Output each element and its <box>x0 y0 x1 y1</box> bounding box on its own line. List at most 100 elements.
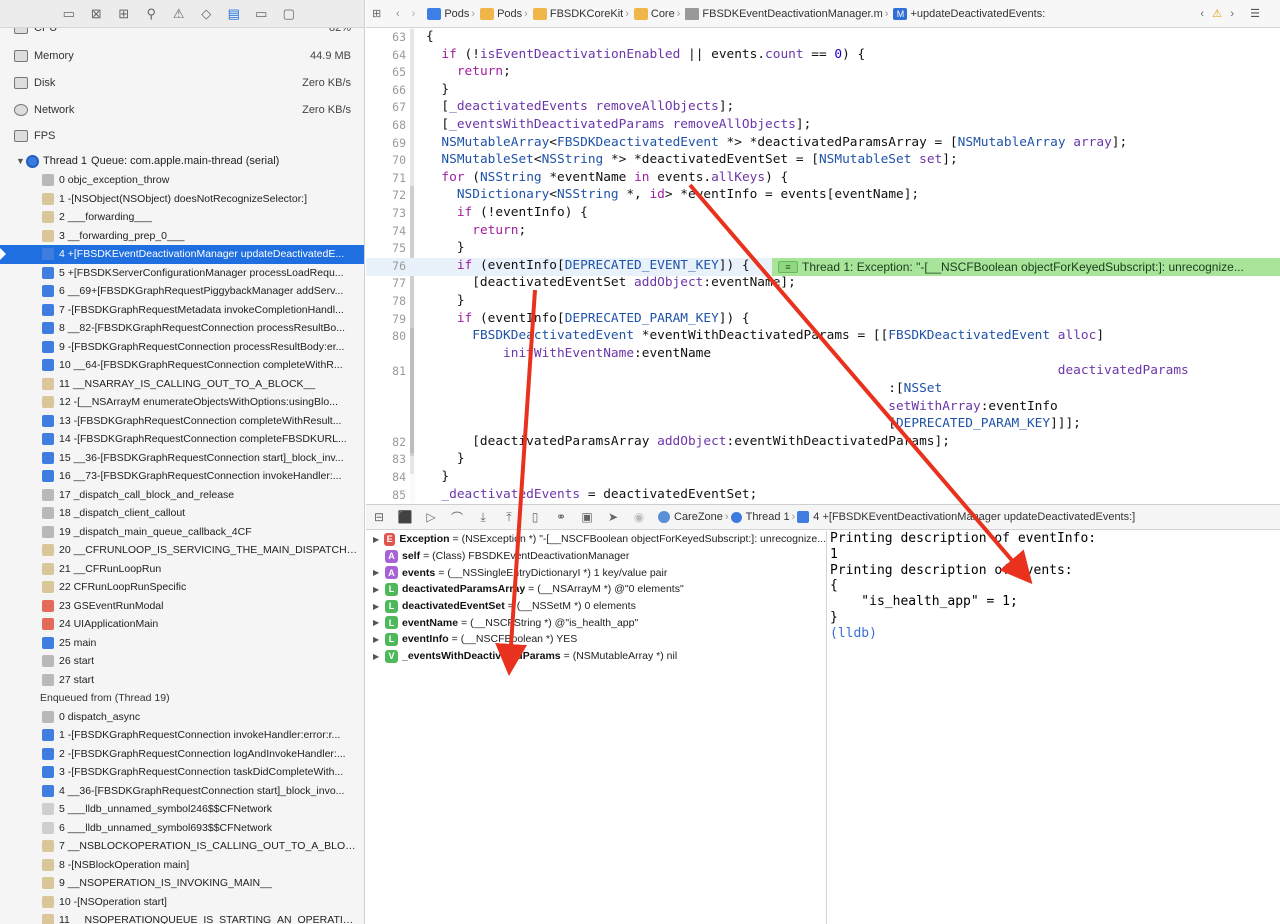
line-number[interactable]: 66 <box>366 83 406 97</box>
code-line[interactable]: setWithArray:eventInfo <box>426 399 1058 414</box>
jump-item-fbsdkcorekit[interactable]: FBSDKCoreKit <box>550 8 623 20</box>
code-line[interactable]: } <box>426 240 465 255</box>
code-line[interactable]: NSMutableSet<NSString *> *deactivatedEve… <box>426 152 957 167</box>
stack-frame[interactable]: 6 __69+[FBSDKGraphRequestPiggybackManage… <box>0 282 364 301</box>
stack-frame[interactable]: 1 -[NSObject(NSObject) doesNotRecognizeS… <box>0 190 364 209</box>
code-line[interactable]: [_eventsWithDeactivatedParams removeAllO… <box>426 117 811 132</box>
debug-app-name[interactable]: CareZone <box>674 511 723 523</box>
stack-frame[interactable]: 10 -[NSOperation start] <box>0 893 364 912</box>
test-icon[interactable]: ◇ <box>193 3 221 25</box>
variable-row[interactable]: ▶ LdeactivatedEventSet = (__NSSetM *) 0 el… <box>366 598 826 615</box>
stack-frame[interactable]: 27 start <box>0 671 364 690</box>
disclosure-triangle-icon[interactable]: ▶ <box>373 652 381 661</box>
gauge-network[interactable]: Network Zero KB/s <box>0 96 364 123</box>
console[interactable]: Printing description of eventInfo: 1 Print… <box>828 531 1280 924</box>
stack-frame[interactable]: 25 main <box>0 634 364 653</box>
variable-row[interactable]: ▶ LeventName = (__NSCFString *) @"is_healt… <box>366 614 826 631</box>
disclosure-triangle-icon[interactable]: ▶ <box>373 535 380 544</box>
line-number[interactable]: 68 <box>366 118 406 132</box>
stack-frame[interactable]: 12 -[__NSArrayM enumerateObjectsWithOpti… <box>0 393 364 412</box>
line-number[interactable]: 75 <box>366 241 406 255</box>
stack-frame[interactable]: 8 -[NSBlockOperation main] <box>0 856 364 875</box>
stack-frame[interactable]: 7 -[FBSDKGraphRequestMetadata invokeComp… <box>0 301 364 320</box>
stack-frame[interactable]: 20 __CFRUNLOOP_IS_SERVICING_THE_MAIN_DIS… <box>0 541 364 560</box>
stack-frame[interactable]: 9 __NSOPERATION_IS_INVOKING_MAIN__ <box>0 874 364 893</box>
issue-icon[interactable]: ⚠ <box>165 3 193 25</box>
line-number[interactable]: 76 <box>366 259 406 273</box>
line-number[interactable]: 70 <box>366 153 406 167</box>
line-number[interactable]: 69 <box>366 136 406 150</box>
code-line[interactable]: [deactivatedEventSet addObject:eventName… <box>426 275 796 290</box>
stack-frame[interactable]: 16 __73-[FBSDKGraphRequestConnection inv… <box>0 467 364 486</box>
folder-icon[interactable]: ▭ <box>55 3 83 25</box>
disclosure-triangle-icon[interactable]: ▶ <box>373 585 381 594</box>
hierarchy-icon[interactable]: ⊞ <box>110 3 138 25</box>
stack-frame[interactable]: 8 __82-[FBSDKGraphRequestConnection proc… <box>0 319 364 338</box>
disclosure-triangle-icon[interactable]: ▶ <box>373 618 381 627</box>
stack-frame[interactable]: 10 __64-[FBSDKGraphRequestConnection com… <box>0 356 364 375</box>
source-editor[interactable]: 63 {64 if (!isEventDeactivationEnabled ||… <box>366 28 1280 503</box>
stack-frame[interactable]: 9 -[FBSDKGraphRequestConnection processR… <box>0 338 364 357</box>
line-number[interactable]: 83 <box>366 452 406 466</box>
line-number[interactable]: 67 <box>366 100 406 114</box>
gauge-fps[interactable]: FPS <box>0 122 364 149</box>
line-number[interactable]: 84 <box>366 470 406 484</box>
code-line[interactable]: return; <box>426 223 526 238</box>
search-icon[interactable]: ⚲ <box>138 3 166 25</box>
editor-options-icon[interactable]: ☰ <box>1250 7 1260 20</box>
stack-frame[interactable]: 17 _dispatch_call_block_and_release <box>0 486 364 505</box>
line-number[interactable]: 64 <box>366 48 406 62</box>
stack-frame[interactable]: 4 __36-[FBSDKGraphRequestConnection star… <box>0 782 364 801</box>
disclosure-triangle-icon[interactable]: ▶ <box>373 635 381 644</box>
code-line[interactable]: } <box>426 451 465 466</box>
gauge-memory[interactable]: Memory 44.9 MB <box>0 42 364 69</box>
back-arrow-icon[interactable]: ‹ <box>396 8 400 20</box>
code-line[interactable]: } <box>426 293 465 308</box>
environment-overrides-icon[interactable]: ▣ <box>574 507 600 527</box>
line-number[interactable]: 78 <box>366 294 406 308</box>
line-number[interactable]: 63 <box>366 30 406 44</box>
line-number[interactable]: 74 <box>366 224 406 238</box>
code-line[interactable]: return; <box>426 64 511 79</box>
previous-issue-icon[interactable]: ‹ <box>1200 8 1204 20</box>
disclosure-triangle-icon[interactable]: ▼ <box>16 156 26 166</box>
continue-icon[interactable]: ▷ <box>418 507 444 527</box>
variable-row[interactable]: ▶ LdeactivatedParamsArray = (__NSArrayM *)… <box>366 581 826 598</box>
variable-row[interactable]: ▶ LeventInfo = (__NSCFBoolean *) YES <box>366 631 826 648</box>
breakpoint-icon[interactable]: ▭ <box>248 3 276 25</box>
variable-row[interactable]: ▶ E Exception = (NSException *) "-[__NSCFBo… <box>366 531 826 548</box>
line-number[interactable]: 81 <box>366 364 406 378</box>
disclosure-triangle-icon[interactable]: ▶ <box>373 602 381 611</box>
forward-arrow-icon[interactable]: › <box>412 8 416 20</box>
line-number[interactable]: 65 <box>366 65 406 79</box>
code-line[interactable]: } <box>426 82 449 97</box>
code-line[interactable]: if (eventInfo[DEPRECATED_EVENT_KEY]) { <box>426 258 750 273</box>
line-number[interactable]: 73 <box>366 206 406 220</box>
step-out-icon[interactable]: ⤒ <box>496 507 522 527</box>
step-into-icon[interactable]: ⤓ <box>470 507 496 527</box>
stack-frame[interactable]: 2 ___forwarding___ <box>0 208 364 227</box>
stack-frame[interactable]: 24 UIApplicationMain <box>0 615 364 634</box>
hide-debug-area-icon[interactable]: ⊟ <box>366 507 392 527</box>
next-issue-icon[interactable]: › <box>1230 8 1234 20</box>
stack-frame[interactable]: 7 __NSBLOCKOPERATION_IS_CALLING_OUT_TO_A… <box>0 837 364 856</box>
code-line[interactable]: if (!isEventDeactivationEnabled || event… <box>426 47 865 62</box>
line-number[interactable]: 85 <box>366 488 406 502</box>
stack-frame[interactable]: 2 -[FBSDKGraphRequestConnection logAndIn… <box>0 745 364 764</box>
stack-frame[interactable]: 6 ___lldb_unnamed_symbol693$$CFNetwork <box>0 819 364 838</box>
stack-frame[interactable]: 11 __NSARRAY_IS_CALLING_OUT_TO_A_BLOCK__ <box>0 375 364 394</box>
simulate-location-icon[interactable]: ➤ <box>600 507 626 527</box>
camera-icon[interactable]: ◉ <box>626 507 652 527</box>
stack-frame[interactable]: 1 -[FBSDKGraphRequestConnection invokeHa… <box>0 726 364 745</box>
stack-frame[interactable]: 15 __36-[FBSDKGraphRequestConnection sta… <box>0 449 364 468</box>
disclosure-triangle-icon[interactable]: ▶ <box>373 568 381 577</box>
variable-row[interactable]: ▶ Aevents = (__NSSingleEntryDictionaryI *)… <box>366 564 826 581</box>
jump-item-method[interactable]: +updateDeactivatedEvents: <box>910 8 1045 20</box>
variable-row[interactable]: ▶ V _eventsWithDeactivatedParams = (NSMutab… <box>366 648 826 665</box>
jump-item-pods[interactable]: Pods <box>444 8 469 20</box>
line-number[interactable]: 77 <box>366 276 406 290</box>
code-line[interactable]: NSDictionary<NSString *, id> *eventInfo … <box>426 187 919 202</box>
code-line[interactable]: } <box>426 469 449 484</box>
variable-row[interactable]: Aself = (Class) FBSDKEventDeactivationMan… <box>366 548 826 565</box>
stack-frame[interactable]: 26 start <box>0 652 364 671</box>
